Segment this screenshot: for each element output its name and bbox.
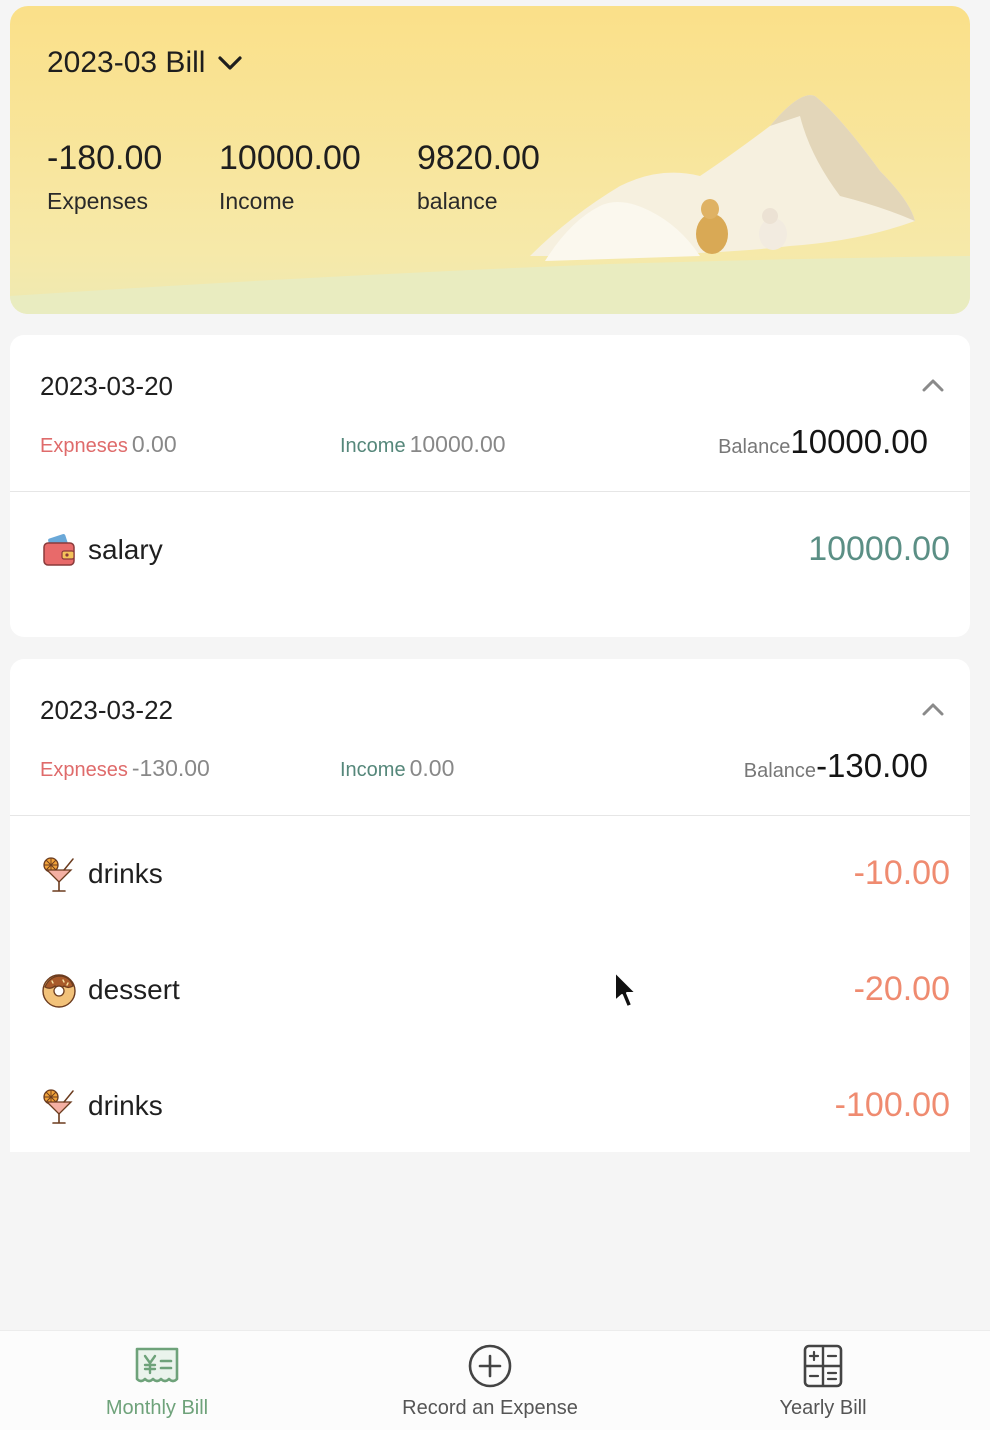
income-stat: 10000.00 Income <box>219 138 361 215</box>
day-stats: Expneses 0.00 Income 10000.00 Balance 10000… <box>10 423 970 467</box>
item-name: dessert <box>88 974 180 1005</box>
day-balance: Balance -130.00 <box>744 747 928 785</box>
day-income-value: 0.00 <box>409 755 455 781</box>
tab-yearly-bill[interactable]: Yearly Bill <box>658 1331 988 1430</box>
tab-monthly-bill-label: Monthly Bill <box>105 1397 209 1419</box>
chevron-down-icon <box>218 56 243 70</box>
day-balance-value: 10000.00 <box>790 423 928 460</box>
balance-stat: 9820.00 balance <box>417 138 540 215</box>
item-amount: -10.00 <box>853 854 950 892</box>
item-name: salary <box>88 534 163 565</box>
day-income: Income 0.00 <box>340 755 454 782</box>
list-item[interactable]: salary 10000.00 <box>10 492 970 608</box>
month-picker[interactable]: 2023-03 Bill <box>47 46 243 80</box>
item-amount: -100.00 <box>834 1086 950 1124</box>
income-label: Income <box>219 188 295 214</box>
bill-icon <box>135 1347 179 1383</box>
day-header: 2023-03-22 Expneses -130.00 Income 0.00 Ba… <box>10 659 970 816</box>
day-expense: Expneses -130.00 <box>40 755 210 782</box>
day-income-label: Income <box>340 759 406 781</box>
chevron-up-icon[interactable] <box>918 697 948 723</box>
item-name: drinks <box>88 1090 163 1121</box>
day-header: 2023-03-20 Expneses 0.00 Income 10000.00 B… <box>10 335 970 492</box>
day-balance: Balance 10000.00 <box>718 423 928 461</box>
day-income: Income 10000.00 <box>340 431 506 458</box>
day-balance-value: -130.00 <box>816 747 928 784</box>
expenses-label: Expenses <box>47 188 149 214</box>
day-balance-label: Balance <box>718 436 791 458</box>
calculator-icon <box>803 1344 843 1388</box>
day-date: 2023-03-22 <box>40 695 173 725</box>
list-item[interactable]: drinks -100.00 <box>10 1048 970 1152</box>
day-expense-value: 0.00 <box>131 431 177 457</box>
item-amount: 10000.00 <box>808 530 950 568</box>
day-income-label: Income <box>340 435 406 457</box>
tab-record-expense[interactable]: Record an Expense <box>325 1331 655 1430</box>
day-expense-label: Expneses <box>40 759 128 781</box>
day-expense-label: Expneses <box>40 435 128 457</box>
donut-icon <box>42 974 76 1008</box>
tab-yearly-bill-label: Yearly Bill <box>779 1397 867 1419</box>
drink-icon <box>43 857 74 892</box>
expenses-value: -180.00 <box>47 139 163 177</box>
list-item[interactable]: dessert -20.00 <box>10 932 970 1048</box>
tab-record-expense-label: Record an Expense <box>402 1397 578 1419</box>
day-balance-label: Balance <box>743 760 817 782</box>
item-amount: -20.00 <box>853 970 950 1008</box>
day-income-value: 10000.00 <box>409 431 506 457</box>
chevron-up-icon[interactable] <box>918 373 948 399</box>
tab-monthly-bill[interactable]: Monthly Bill <box>0 1331 322 1430</box>
wallet-icon <box>43 534 75 566</box>
mouse-cursor-icon <box>614 971 637 1008</box>
balance-value: 9820.00 <box>417 139 540 177</box>
drink-icon <box>43 1089 74 1124</box>
day-date: 2023-03-20 <box>40 371 173 401</box>
expenses-stat: -180.00 Expenses <box>47 138 162 215</box>
day-card: 2023-03-20 Expneses 0.00 Income 10000.00 B… <box>10 335 970 637</box>
add-circle-icon <box>468 1344 512 1388</box>
day-stats: Expneses -130.00 Income 0.00 Balance -130.0… <box>10 747 970 791</box>
bottom-tab-bar: Monthly Bill Record an Expense Yearly Bi… <box>0 1330 990 1430</box>
day-expense: Expneses 0.00 <box>40 431 177 458</box>
item-name: drinks <box>88 858 163 889</box>
balance-label: balance <box>417 188 498 214</box>
month-title: 2023-03 Bill <box>47 46 206 79</box>
monthly-summary-card: 2023-03 Bill -180.00 Expenses 10000.00 I… <box>10 6 970 314</box>
day-expense-value: -130.00 <box>131 755 210 781</box>
income-value: 10000.00 <box>219 139 361 177</box>
day-card: 2023-03-22 Expneses -130.00 Income 0.00 Ba… <box>10 659 970 1152</box>
list-item[interactable]: drinks -10.00 <box>10 816 970 932</box>
